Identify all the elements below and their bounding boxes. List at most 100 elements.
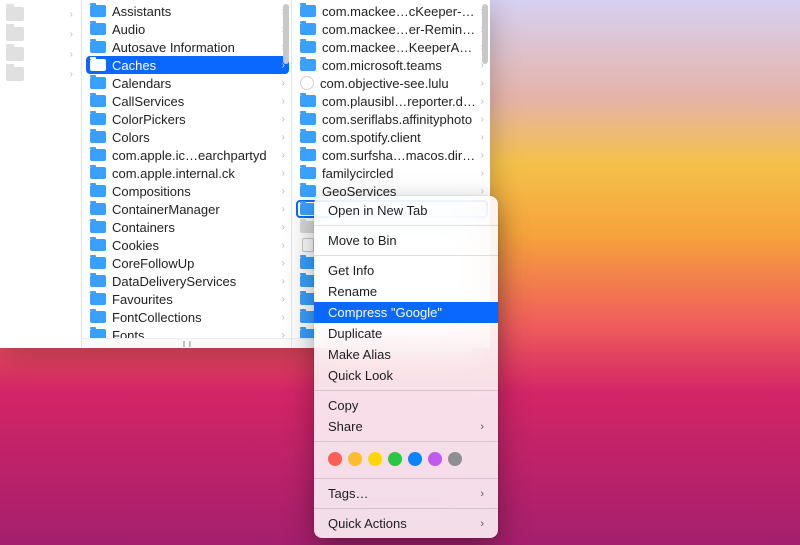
source-row[interactable]: › [0, 24, 81, 44]
list-item[interactable]: com.objective-see.lulu› [296, 74, 488, 92]
source-row[interactable]: › [0, 64, 81, 84]
scrollbar-thumb[interactable] [482, 4, 488, 64]
folder-icon [90, 203, 106, 215]
list-item[interactable]: Autosave Information› [86, 38, 289, 56]
list-item[interactable]: Colors› [86, 128, 289, 146]
chevron-right-icon: › [481, 186, 484, 197]
chevron-right-icon: › [282, 276, 285, 287]
list-item[interactable]: Audio› [86, 20, 289, 38]
finder-column-library: Assistants›Audio›Autosave Information›Ca… [82, 0, 292, 348]
item-label: com.plausibl…reporter.data [322, 94, 477, 109]
tag-color-dot[interactable] [428, 452, 442, 466]
menu-item[interactable] [314, 468, 498, 474]
list-item[interactable]: com.surfsha…macos.direct› [296, 146, 488, 164]
list-item[interactable]: Containers › [86, 218, 289, 236]
list-item[interactable]: ContainerManager› [86, 200, 289, 218]
item-label: FontCollections [112, 310, 278, 325]
column-resize-handle[interactable] [82, 338, 291, 348]
list-item[interactable]: Favourites› [86, 290, 289, 308]
item-label: Autosave Information [112, 40, 278, 55]
folder-icon [90, 23, 106, 35]
menu-item-label: Copy [328, 398, 484, 413]
list-item[interactable]: FontCollections › [86, 308, 289, 326]
source-row[interactable]: › [0, 44, 81, 64]
chevron-right-icon: › [282, 258, 285, 269]
chevron-right-icon: › [481, 150, 484, 161]
chevron-right-icon: › [282, 186, 285, 197]
list-item[interactable]: Calendars› [86, 74, 289, 92]
menu-item[interactable]: Get Info [314, 260, 498, 281]
menu-item-label: Quick Actions [328, 516, 480, 531]
list-item[interactable]: com.apple.internal.ck› [86, 164, 289, 182]
folder-icon [6, 27, 24, 41]
menu-item[interactable]: Rename [314, 281, 498, 302]
item-label: com.seriflabs.affinityphoto [322, 112, 477, 127]
list-item[interactable]: com.spotify.client› [296, 128, 488, 146]
menu-item[interactable]: Move to Bin [314, 230, 498, 251]
menu-item[interactable]: Share› [314, 416, 498, 437]
item-label: Containers [112, 220, 278, 235]
item-label: Colors [112, 130, 278, 145]
folder-icon [90, 95, 106, 107]
tag-color-dot[interactable] [328, 452, 342, 466]
list-item[interactable]: com.mackee…er-Reminder› [296, 20, 488, 38]
menu-item[interactable]: Tags…› [314, 483, 498, 504]
folder-icon [300, 5, 316, 17]
menu-item[interactable]: Duplicate [314, 323, 498, 344]
menu-item[interactable]: Quick Look [314, 365, 498, 386]
menu-item-label: Rename [328, 284, 484, 299]
list-item[interactable]: com.mackee…cKeeper-Info› [296, 2, 488, 20]
folder-icon [90, 113, 106, 125]
folder-icon [300, 167, 316, 179]
list-item[interactable]: CoreFollowUp› [86, 254, 289, 272]
menu-item-label: Share [328, 419, 480, 434]
scrollbar-thumb[interactable] [283, 4, 289, 64]
list-item[interactable]: com.mackee…KeeperAgent› [296, 38, 488, 56]
chevron-right-icon: › [282, 312, 285, 323]
document-icon [302, 238, 314, 252]
list-item[interactable]: Cookies› [86, 236, 289, 254]
finder-column-source: ›››› [0, 0, 82, 348]
list-item[interactable]: ColorPickers› [86, 110, 289, 128]
menu-item[interactable]: Open in New Tab [314, 200, 498, 221]
menu-item[interactable]: Compress "Google" [314, 302, 498, 323]
list-item[interactable]: com.plausibl…reporter.data› [296, 92, 488, 110]
folder-icon [300, 41, 316, 53]
chevron-right-icon: › [282, 114, 285, 125]
list-item[interactable]: com.seriflabs.affinityphoto › [296, 110, 488, 128]
source-row[interactable]: › [0, 4, 81, 24]
folder-icon [90, 257, 106, 269]
list-item[interactable]: CallServices› [86, 92, 289, 110]
menu-item[interactable]: Copy [314, 395, 498, 416]
list-item[interactable]: DataDeliveryServices› [86, 272, 289, 290]
folder-icon [90, 221, 106, 233]
chevron-right-icon: › [282, 222, 285, 233]
list-item[interactable]: Assistants› [86, 2, 289, 20]
tag-color-dot[interactable] [348, 452, 362, 466]
tag-color-dot[interactable] [448, 452, 462, 466]
list-item[interactable]: Compositions› [86, 182, 289, 200]
context-menu[interactable]: Open in New Tab Move to Bin Get Info Rename… [314, 196, 498, 538]
list-item[interactable]: com.microsoft.teams› [296, 56, 488, 74]
folder-icon [90, 5, 106, 17]
folder-icon [90, 167, 106, 179]
tag-color-dot[interactable] [388, 452, 402, 466]
chevron-right-icon: › [282, 294, 285, 305]
list-item[interactable]: familycircled› [296, 164, 488, 182]
menu-separator [314, 225, 498, 226]
menu-item[interactable]: Quick Actions› [314, 513, 498, 534]
list-item[interactable]: com.apple.ic…earchpartyd› [86, 146, 289, 164]
tag-color-dot[interactable] [408, 452, 422, 466]
chevron-right-icon: › [282, 240, 285, 251]
menu-separator [314, 255, 498, 256]
library-list[interactable]: Assistants›Audio›Autosave Information›Ca… [82, 0, 291, 346]
folder-icon [90, 41, 106, 53]
menu-separator [314, 441, 498, 442]
chevron-right-icon: › [70, 29, 73, 40]
tag-color-dot[interactable] [368, 452, 382, 466]
menu-item-label: Make Alias [328, 347, 484, 362]
list-item[interactable]: Caches› [86, 56, 289, 74]
menu-item[interactable]: Make Alias [314, 344, 498, 365]
folder-icon [90, 149, 106, 161]
chevron-right-icon: › [481, 114, 484, 125]
